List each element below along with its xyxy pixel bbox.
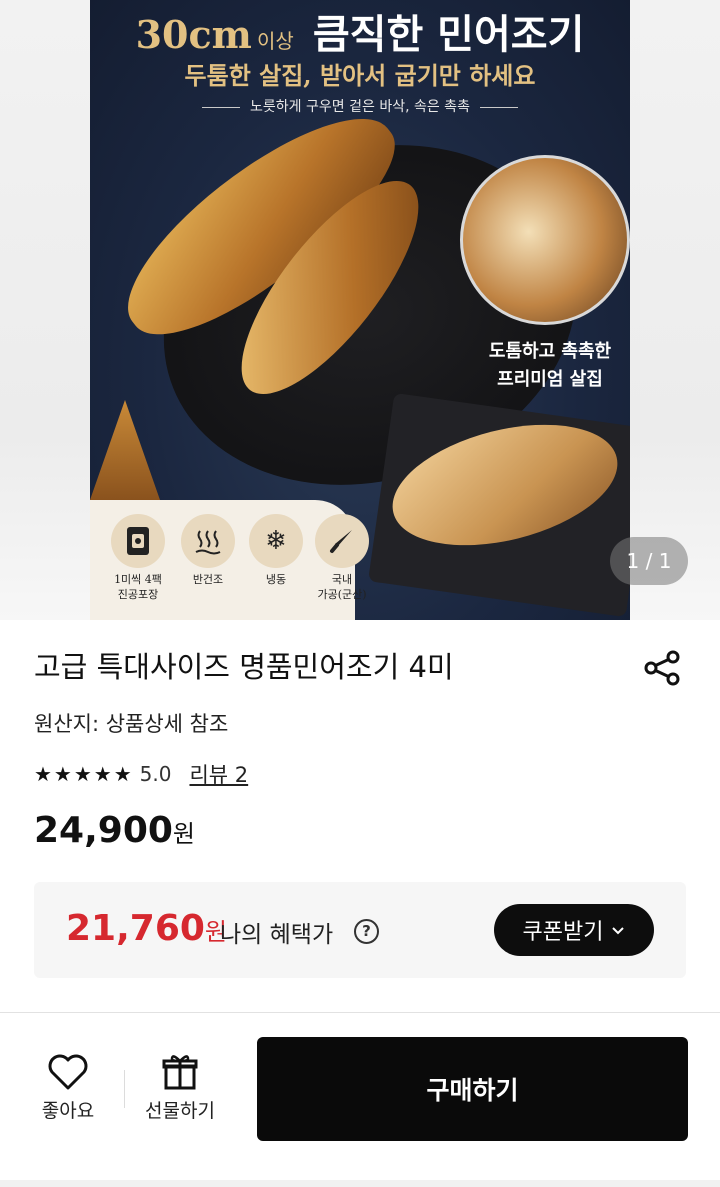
closeup-caption-line2: 프리미엄 살집 <box>497 369 603 390</box>
share-button[interactable] <box>642 650 682 686</box>
rating-row: ★★★★★ 5.0 리뷰 2 <box>34 760 248 788</box>
origin-info: 원산지: 상품상세 참조 <box>34 712 229 736</box>
badge-domestic: 국내 가공(군산) <box>314 514 370 602</box>
image-page-counter: 1 / 1 <box>610 537 688 585</box>
coupon-button-label: 쿠폰받기 <box>522 920 604 945</box>
rating-value: 5.0 <box>139 762 172 786</box>
badge-label-line1: 국내 <box>331 573 353 586</box>
product-image-carousel[interactable]: 30cm 이상 큼직한 민어조기 두툼한 살집, 받아서 굽기만 하세요 노릇하… <box>0 0 720 620</box>
snowflake-icon: ❄ <box>249 514 303 568</box>
badge-half-dried: 반건조 <box>180 514 236 587</box>
bottom-bar-divider <box>0 1012 720 1013</box>
heart-icon <box>47 1052 89 1092</box>
buy-button[interactable]: 구매하기 <box>257 1037 688 1141</box>
badge-label-line2: 가공(군산) <box>317 588 367 601</box>
get-coupon-button[interactable]: 쿠폰받기 <box>494 904 654 956</box>
product-title: 고급 특대사이즈 명품민어조기 4미 <box>34 650 454 684</box>
knife-icon <box>315 514 369 568</box>
benefit-price-value: 21,760 <box>66 908 205 949</box>
grilled-fish-tail <box>90 400 160 500</box>
gift-icon <box>159 1052 201 1092</box>
share-icon <box>644 650 680 686</box>
half-dried-icon <box>181 514 235 568</box>
closeup-caption-line1: 도톰하고 촉촉한 <box>488 341 612 362</box>
headline-unit: 이상 <box>256 29 294 53</box>
chevron-down-icon <box>611 921 625 940</box>
badge-frozen: ❄ 냉동 <box>248 514 304 587</box>
benefit-label: 나의 혜택가 <box>220 922 334 948</box>
benefit-price-box: 21,760원 나의 혜택가 ? 쿠폰받기 <box>34 882 686 978</box>
poster-subheadline: 두툼한 살집, 받아서 굽기만 하세요 <box>184 61 536 90</box>
original-price: 24,900원 <box>34 810 195 851</box>
like-label: 좋아요 <box>41 1100 95 1122</box>
badge-label-line1: 냉동 <box>265 573 287 586</box>
headline-size: 30cm <box>135 12 252 57</box>
badge-vacuum-pack: 1미씩 4팩 진공포장 <box>110 514 166 602</box>
price-value: 24,900 <box>34 810 173 851</box>
star-rating-icon: ★★★★★ <box>34 762 134 786</box>
action-separator <box>124 1070 125 1108</box>
closeup-caption: 도톰하고 촉촉한 프리미엄 살집 <box>485 338 615 394</box>
like-button[interactable]: 좋아요 <box>30 1052 106 1123</box>
bottom-safe-area <box>0 1180 720 1187</box>
review-link[interactable]: 리뷰 2 <box>189 759 248 789</box>
fish-meat-closeup <box>460 155 630 325</box>
gift-label: 선물하기 <box>145 1100 215 1122</box>
feature-badges: 1미씩 4팩 진공포장 반건조 ❄ 냉동 국내 가공(군산) <box>90 500 369 620</box>
gift-button[interactable]: 선물하기 <box>132 1052 228 1123</box>
headline-main: 큼직한 민어조기 <box>312 11 585 58</box>
vacuum-pack-icon <box>111 514 165 568</box>
badge-label-line1: 1미씩 4팩 <box>114 573 162 586</box>
help-icon[interactable]: ? <box>354 919 379 944</box>
badge-label-line1: 반건조 <box>192 573 224 586</box>
poster-tagline-text: 노릇하게 구우면 겉은 바삭, 속은 촉촉 <box>250 99 470 115</box>
product-poster-image: 30cm 이상 큼직한 민어조기 두툼한 살집, 받아서 굽기만 하세요 노릇하… <box>90 0 630 620</box>
benefit-price: 21,760원 <box>66 908 227 949</box>
price-unit: 원 <box>172 820 196 848</box>
poster-tagline: 노릇하게 구우면 겉은 바삭, 속은 촉촉 <box>190 96 530 116</box>
badge-label-line2: 진공포장 <box>117 588 159 601</box>
poster-headline: 30cm 이상 큼직한 민어조기 <box>90 2 630 60</box>
